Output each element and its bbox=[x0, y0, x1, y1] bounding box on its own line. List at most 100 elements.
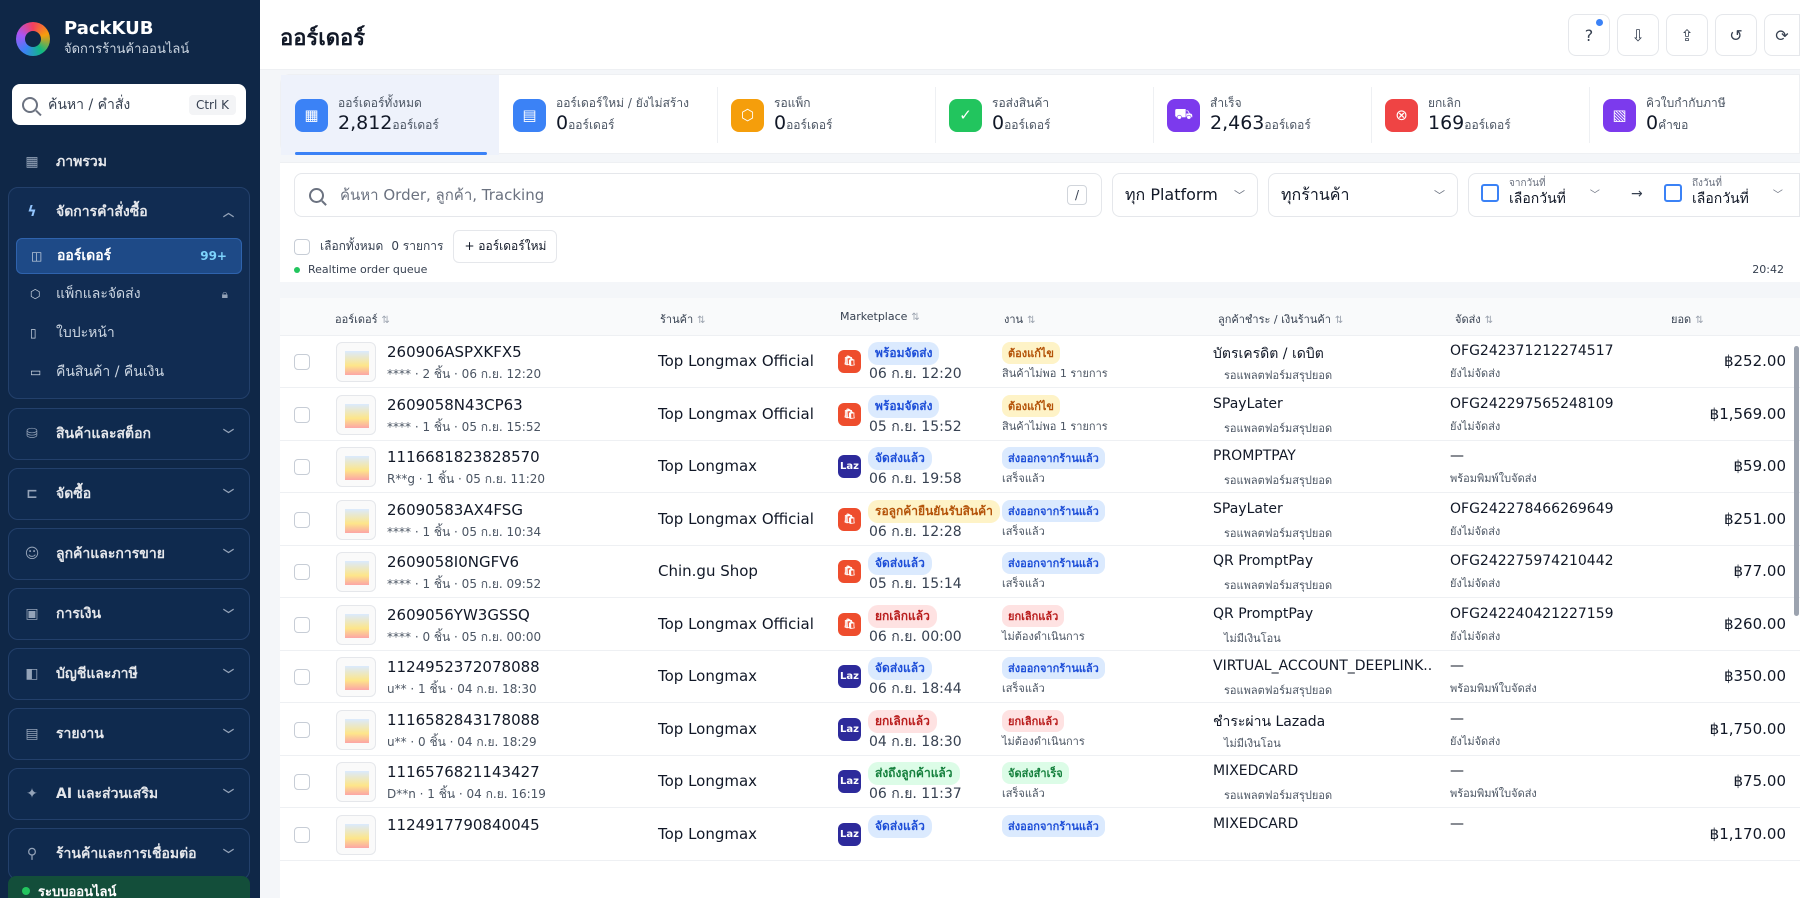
marketplace-status-badge: พร้อมจัดส่ง bbox=[868, 394, 940, 418]
row-checkbox[interactable] bbox=[294, 354, 310, 370]
row-checkbox[interactable] bbox=[294, 511, 310, 528]
table-row[interactable]: 26090583AX4FSG **** · 1 ชิ้น · 05 ก.ย. 10… bbox=[280, 493, 1800, 546]
column-header-marketplace[interactable]: Marketplace ⇅ bbox=[840, 310, 920, 323]
select-all-checkbox[interactable] bbox=[294, 238, 310, 255]
sidebar-item-shops[interactable]: ⚲ ร้านค้าและการเชื่อมต่อ ﹀ bbox=[8, 829, 250, 879]
date-from-picker[interactable]: จากวันที่ เลือกวันที่ ﹀ bbox=[1481, 178, 1600, 208]
row-checkbox[interactable] bbox=[294, 826, 310, 843]
stat-all-orders[interactable]: ▦ ออร์เดอร์ทั้งหมด 2,812ออร์เดอร์ bbox=[281, 75, 499, 155]
tracking-number[interactable]: OFG242278466269649 bbox=[1450, 501, 1614, 517]
tracking-number[interactable]: — bbox=[1450, 763, 1464, 779]
row-checkbox[interactable] bbox=[294, 774, 310, 790]
shop-name: Top Longmax bbox=[658, 719, 758, 738]
order-id[interactable]: 1116681823828570 bbox=[387, 448, 540, 466]
sidebar-item-purchasing[interactable]: ⊏ จัดซื้อ ﹀ bbox=[8, 469, 250, 519]
sidebar-item-orders[interactable]: ◫ ออร์เดอร์ 99+ bbox=[16, 238, 242, 274]
row-checkbox[interactable] bbox=[294, 669, 310, 685]
platform-select-value: ทุก Platform bbox=[1125, 184, 1218, 204]
tracking-number[interactable]: — bbox=[1450, 448, 1464, 464]
column-header-task[interactable]: งาน ⇅ bbox=[1004, 310, 1035, 328]
page-title: ออร์เดอร์ bbox=[280, 26, 366, 51]
help-button[interactable]: ? bbox=[1568, 14, 1610, 56]
row-checkbox[interactable] bbox=[294, 721, 310, 738]
sidebar-item-ai[interactable]: ✦ AI และส่วนเสริม ﹀ bbox=[8, 769, 250, 819]
order-id[interactable]: 2609058N43CP63 bbox=[387, 396, 523, 414]
column-header-amount[interactable]: ยอด ⇅ bbox=[1671, 310, 1704, 328]
sidebar-item-overview[interactable]: ▦ ภาพรวม bbox=[8, 137, 250, 187]
column-header-order[interactable]: ออร์เดอร์ ⇅ bbox=[335, 310, 390, 328]
order-search-input[interactable]: ค้นหา Order, ลูกค้า, Tracking / bbox=[294, 173, 1102, 217]
stat-label: สำเร็จ bbox=[1210, 96, 1242, 110]
sidebar-item-returns[interactable]: ▭ คืนสินค้า / คืนเงิน bbox=[16, 354, 242, 390]
sidebar-item-products[interactable]: ⛁ สินค้าและสต็อก ﹀ bbox=[8, 409, 250, 459]
tracking-number[interactable]: OFG242297565248109 bbox=[1450, 396, 1614, 412]
shipping-status: พร้อมพิมพ์ใบจัดส่ง bbox=[1450, 472, 1537, 485]
column-header-shipping[interactable]: จัดส่ง ⇅ bbox=[1455, 310, 1493, 328]
row-checkbox[interactable] bbox=[294, 616, 310, 633]
arrow-right-icon: → bbox=[1631, 186, 1643, 202]
sidebar-search[interactable]: ค้นหา / คำสั่ง Ctrl K bbox=[12, 84, 246, 125]
import-button[interactable]: ⇩ bbox=[1617, 14, 1659, 56]
order-id[interactable]: 2609056YW3GSSQ bbox=[387, 606, 530, 624]
stat-completed[interactable]: ⛟ สำเร็จ 2,463ออร์เดอร์ bbox=[1153, 75, 1371, 155]
chevron-down-icon: ﹀ bbox=[223, 788, 234, 801]
order-meta: **** · 2 ชิ้น · 06 ก.ย. 12:20 bbox=[387, 367, 542, 381]
table-row[interactable]: 1116582843178088 u** · 0 ชิ้น · 04 ก.ย. 1… bbox=[280, 703, 1800, 756]
shop-name: Top Longmax Official bbox=[658, 404, 814, 423]
stat-new-orders[interactable]: ▤ ออร์เดอร์ใหม่ / ยังไม่สร้าง 0ออร์เดอร์ bbox=[499, 75, 717, 155]
sidebar-item-orders-group[interactable]: ϟ จัดการคำสั่งซื้อ ︿ bbox=[8, 187, 250, 237]
column-label: ลูกค้าชำระ / เงินร้านค้า bbox=[1218, 313, 1331, 326]
row-checkbox[interactable] bbox=[294, 406, 310, 423]
sidebar-item-labels[interactable]: ▯ ใบปะหน้า bbox=[16, 315, 242, 351]
stat-waiting-pack[interactable]: ⬡ รอแพ็ก 0ออร์เดอร์ bbox=[717, 75, 935, 155]
order-id[interactable]: 1124917790840045 bbox=[387, 816, 540, 834]
sidebar-item-pack-ship[interactable]: ⬡ แพ็กและจัดส่ง 🔒︎ bbox=[16, 276, 242, 312]
sidebar-item-customers[interactable]: ☺ ลูกค้าและการขาย ﹀ bbox=[8, 529, 250, 579]
new-order-button[interactable]: + ออร์เดอร์ใหม่ bbox=[453, 230, 558, 263]
chevron-down-icon: ﹀ bbox=[223, 848, 234, 861]
tracking-number[interactable]: OFG242240421227159 bbox=[1450, 606, 1614, 622]
table-row[interactable]: 1124952372078088 u** · 1 ชิ้น · 04 ก.ย. 1… bbox=[280, 651, 1800, 703]
sidebar-item-label: ใบปะหน้า bbox=[56, 325, 115, 341]
tracking-number[interactable]: OFG242371212274517 bbox=[1450, 343, 1614, 359]
refresh-button[interactable]: ⟳ bbox=[1764, 14, 1800, 56]
stat-cancelled[interactable]: ⊗ ยกเลิก 169ออร์เดอร์ bbox=[1371, 75, 1589, 155]
table-row[interactable]: 2609058I0NGFV6 **** · 1 ชิ้น · 05 ก.ย. 09… bbox=[280, 546, 1800, 598]
tracking-number[interactable]: — bbox=[1450, 816, 1464, 832]
sidebar-item-finance[interactable]: ▣ การเงิน ﹀ bbox=[8, 589, 250, 639]
column-header-payment[interactable]: ลูกค้าชำระ / เงินร้านค้า ⇅ bbox=[1218, 310, 1343, 328]
order-id[interactable]: 2609058I0NGFV6 bbox=[387, 553, 519, 571]
shop-select[interactable]: ทุกร้านค้า ﹀ bbox=[1268, 173, 1458, 217]
scrollbar[interactable] bbox=[1794, 346, 1799, 616]
table-row[interactable]: 1124917790840045 Top Longmax Laz จัดส่งแล้ว… bbox=[280, 808, 1800, 861]
history-button[interactable]: ↺ bbox=[1715, 14, 1757, 56]
table-row[interactable]: 260906ASPXKFX5 **** · 2 ชิ้น · 06 ก.ย. 12… bbox=[280, 336, 1800, 388]
wallet-icon: ▣ bbox=[25, 606, 39, 622]
row-checkbox[interactable] bbox=[294, 459, 310, 475]
platform-select[interactable]: ทุก Platform ﹀ bbox=[1112, 173, 1258, 217]
export-button[interactable]: ⇪ bbox=[1666, 14, 1708, 56]
sidebar-item-accounting[interactable]: ◧ บัญชีและภาษี ﹀ bbox=[8, 649, 250, 699]
sidebar-item-reports[interactable]: ▤ รายงาน ﹀ bbox=[8, 709, 250, 759]
order-id[interactable]: 26090583AX4FSG bbox=[387, 501, 523, 519]
stat-tax-invoice-queue[interactable]: ▧ คิวใบกำกับภาษี 0คำขอ bbox=[1589, 75, 1800, 155]
table-row[interactable]: 1116681823828570 R**g · 1 ชิ้น · 05 ก.ย. … bbox=[280, 441, 1800, 493]
table-row[interactable]: 2609058N43CP63 **** · 1 ชิ้น · 05 ก.ย. 15… bbox=[280, 388, 1800, 441]
order-id[interactable]: 1124952372078088 bbox=[387, 658, 540, 676]
table-row[interactable]: 1116576821143427 D**n · 1 ชิ้น · 04 ก.ย. … bbox=[280, 756, 1800, 808]
order-amount: ฿251.00 bbox=[1723, 509, 1786, 528]
brand[interactable]: PackKUB จัดการร้านค้าออนไลน์ bbox=[16, 18, 189, 60]
order-id[interactable]: 1116582843178088 bbox=[387, 711, 540, 729]
tracking-number[interactable]: — bbox=[1450, 711, 1464, 727]
stat-value: 0 bbox=[556, 112, 569, 134]
tracking-number[interactable]: — bbox=[1450, 658, 1464, 674]
stat-waiting-ship[interactable]: ✓ รอส่งสินค้า 0ออร์เดอร์ bbox=[935, 75, 1153, 155]
order-id[interactable]: 1116576821143427 bbox=[387, 763, 540, 781]
date-to-picker[interactable]: ถึงวันที่ เลือกวันที่ ﹀ bbox=[1664, 178, 1783, 208]
tracking-number[interactable]: OFG242275974210442 bbox=[1450, 553, 1614, 569]
column-header-shop[interactable]: ร้านค้า ⇅ bbox=[660, 310, 706, 328]
row-checkbox[interactable] bbox=[294, 564, 310, 580]
cart-icon: ⊏ bbox=[26, 486, 38, 502]
order-id[interactable]: 260906ASPXKFX5 bbox=[387, 343, 522, 361]
table-row[interactable]: 2609056YW3GSSQ **** · 0 ชิ้น · 05 ก.ย. 00… bbox=[280, 598, 1800, 651]
